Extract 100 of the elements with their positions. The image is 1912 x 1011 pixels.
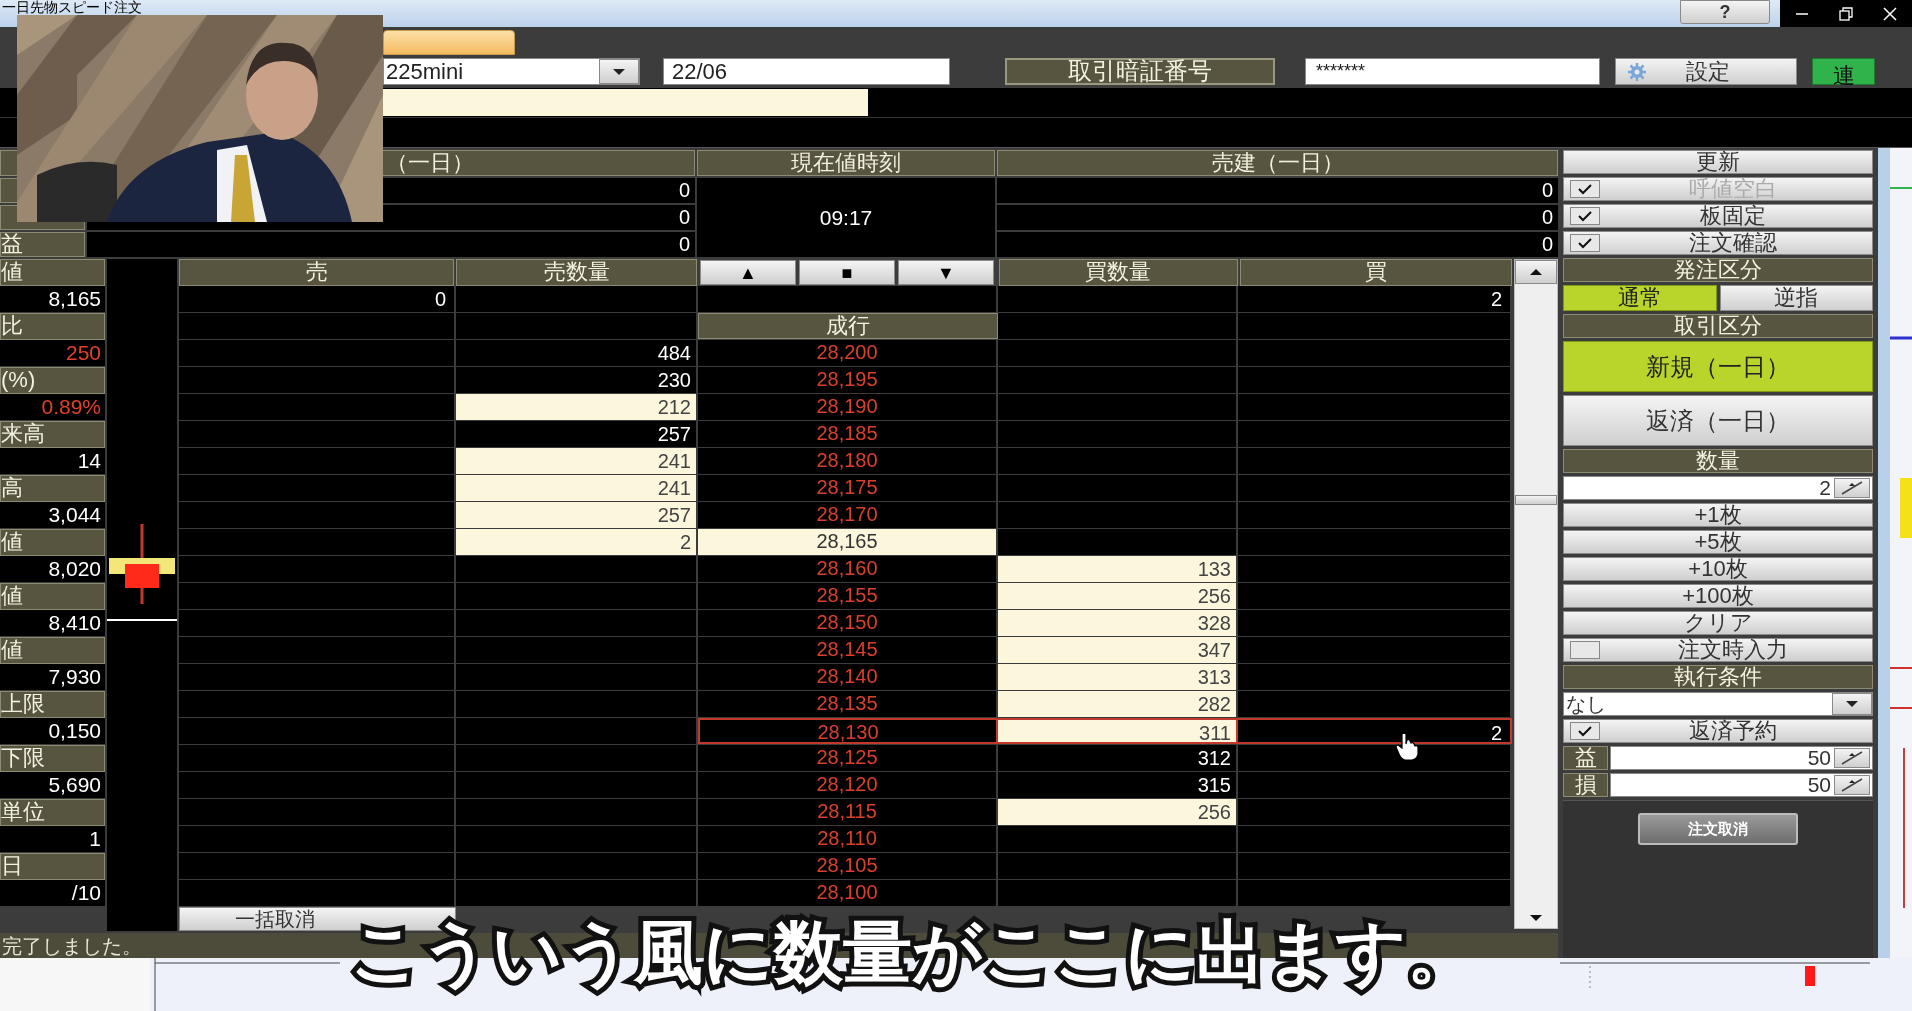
close-icon[interactable]	[1883, 7, 1897, 21]
connect-button[interactable]: 連	[1812, 58, 1875, 85]
checkbox[interactable]	[1570, 234, 1600, 252]
scroll-up-button[interactable]	[1515, 260, 1557, 284]
time-value: 09:17	[697, 178, 995, 257]
arrow-button[interactable]: ▼	[898, 260, 995, 285]
info-label: 単位	[0, 799, 105, 826]
option-label: 板固定	[1699, 205, 1767, 227]
market-order-button[interactable]: 成行	[698, 313, 998, 339]
symbol-dropdown[interactable]: 225mini	[383, 58, 640, 85]
dropdown-button[interactable]	[1832, 693, 1872, 715]
condition-dropdown[interactable]: なし	[1563, 692, 1873, 716]
quantity-cell: 241	[456, 448, 698, 474]
option-label: 返済予約	[1688, 720, 1778, 742]
info-label: 来高	[0, 421, 105, 448]
scroll-down-icon[interactable]	[1529, 914, 1543, 922]
settings-icon	[1628, 62, 1646, 81]
spin-icon	[1841, 778, 1863, 792]
order-type-tab[interactable]: 逆指	[1719, 285, 1873, 311]
field-label: 損	[1563, 773, 1608, 797]
info-label: 上限	[0, 691, 105, 718]
quantity-button[interactable]: +100枚	[1563, 584, 1873, 608]
pin-label: 取引暗証番号	[1005, 58, 1275, 85]
scroll-thumb[interactable]	[1515, 495, 1557, 505]
summary-value: 0	[997, 205, 1558, 230]
quantity-cell: 328	[998, 610, 1238, 636]
option-label: 注文確認	[1688, 232, 1778, 254]
section-header: 執行条件	[1563, 665, 1873, 689]
order-count: 2	[1238, 718, 1512, 744]
section-header: 発注区分	[1563, 258, 1873, 282]
number-field[interactable]: 50	[1610, 746, 1873, 770]
checkbox[interactable]	[1570, 722, 1600, 740]
summary-value: 0	[997, 178, 1558, 203]
trade-type-button[interactable]: 返済（一日）	[1563, 395, 1873, 446]
caret-down-icon	[612, 67, 626, 76]
info-value: 1	[0, 826, 105, 853]
quantity-button[interactable]: クリア	[1563, 611, 1873, 635]
spin-button[interactable]	[1834, 478, 1870, 498]
price-cell: 28,130	[698, 718, 998, 744]
arrow-button[interactable]: ■	[798, 260, 895, 285]
summary-label: 益	[0, 232, 85, 257]
quantity-cell: 311	[998, 718, 1238, 744]
info-value: 8,165	[0, 286, 105, 313]
quantity-button[interactable]: +1枚	[1563, 503, 1873, 527]
update-button[interactable]: 更新	[1563, 150, 1873, 174]
option-label: 呼値空白	[1688, 178, 1778, 200]
spin-button[interactable]	[1834, 775, 1870, 795]
arrow-button[interactable]: ▲	[699, 260, 796, 285]
info-value: 7,930	[0, 664, 105, 691]
month-field[interactable]: 22/06	[663, 58, 950, 85]
info-value: 3,044	[0, 502, 105, 529]
info-value: 14	[0, 448, 105, 475]
number-field[interactable]: 50	[1610, 773, 1873, 797]
text-field[interactable]	[383, 89, 868, 116]
summary-value: 0	[87, 232, 695, 257]
password-field[interactable]: *******	[1305, 58, 1600, 85]
column-header: 買	[1239, 259, 1512, 286]
column-header: 現在値時刻	[697, 150, 995, 176]
trade-type-button[interactable]: 新規（一日）	[1563, 341, 1873, 392]
quantity-cell: 241	[456, 475, 698, 501]
quantity-cell: 133	[998, 556, 1238, 582]
info-value: 5,690	[0, 772, 105, 799]
info-label: (%)	[0, 367, 105, 394]
order-type-tab[interactable]: 通常	[1563, 285, 1717, 311]
price-cell: 28,165	[698, 529, 998, 555]
help-button[interactable]: ?	[1680, 0, 1770, 24]
column-header: 買数量	[999, 259, 1238, 286]
dropdown-button[interactable]	[599, 59, 639, 84]
caret-down-icon	[1845, 700, 1859, 708]
info-value: 8,410	[0, 610, 105, 637]
info-value: 8,020	[0, 556, 105, 583]
status-message: 完了しました。	[1, 933, 142, 959]
option-label: 注文時入力	[1677, 639, 1789, 661]
field-label: 益	[1563, 746, 1608, 770]
quantity-cell: 257	[456, 502, 698, 528]
quantity-button[interactable]: +10枚	[1563, 557, 1873, 581]
quantity-button[interactable]: +5枚	[1563, 530, 1873, 554]
quantity-cell: 347	[998, 637, 1238, 663]
spin-icon	[1841, 751, 1863, 765]
cancel-order-button[interactable]: 注文取消	[1638, 813, 1798, 845]
info-label: 比	[0, 313, 105, 340]
quantity-cell: 212	[456, 394, 698, 420]
window-title: 一日先物スピード注文	[1, 0, 142, 15]
settings-button[interactable]: 設定	[1615, 58, 1797, 85]
info-label: 値	[0, 637, 105, 664]
info-label: 日	[0, 853, 105, 880]
info-value: 250	[0, 340, 105, 367]
info-value: /10	[0, 880, 105, 907]
spin-button[interactable]	[1834, 748, 1870, 768]
scrollbar[interactable]	[1514, 259, 1558, 929]
quantity-field[interactable]: 2	[1563, 476, 1873, 500]
info-label: 下限	[0, 745, 105, 772]
quantity-cell: 256	[998, 799, 1238, 825]
restore-icon[interactable]	[1839, 7, 1853, 21]
checkbox[interactable]	[1570, 207, 1600, 225]
info-label: 値	[0, 259, 105, 286]
info-value: 0,150	[0, 718, 105, 745]
checkbox[interactable]	[1570, 641, 1600, 659]
info-label: 値	[0, 529, 105, 556]
section-header: 取引区分	[1563, 314, 1873, 338]
